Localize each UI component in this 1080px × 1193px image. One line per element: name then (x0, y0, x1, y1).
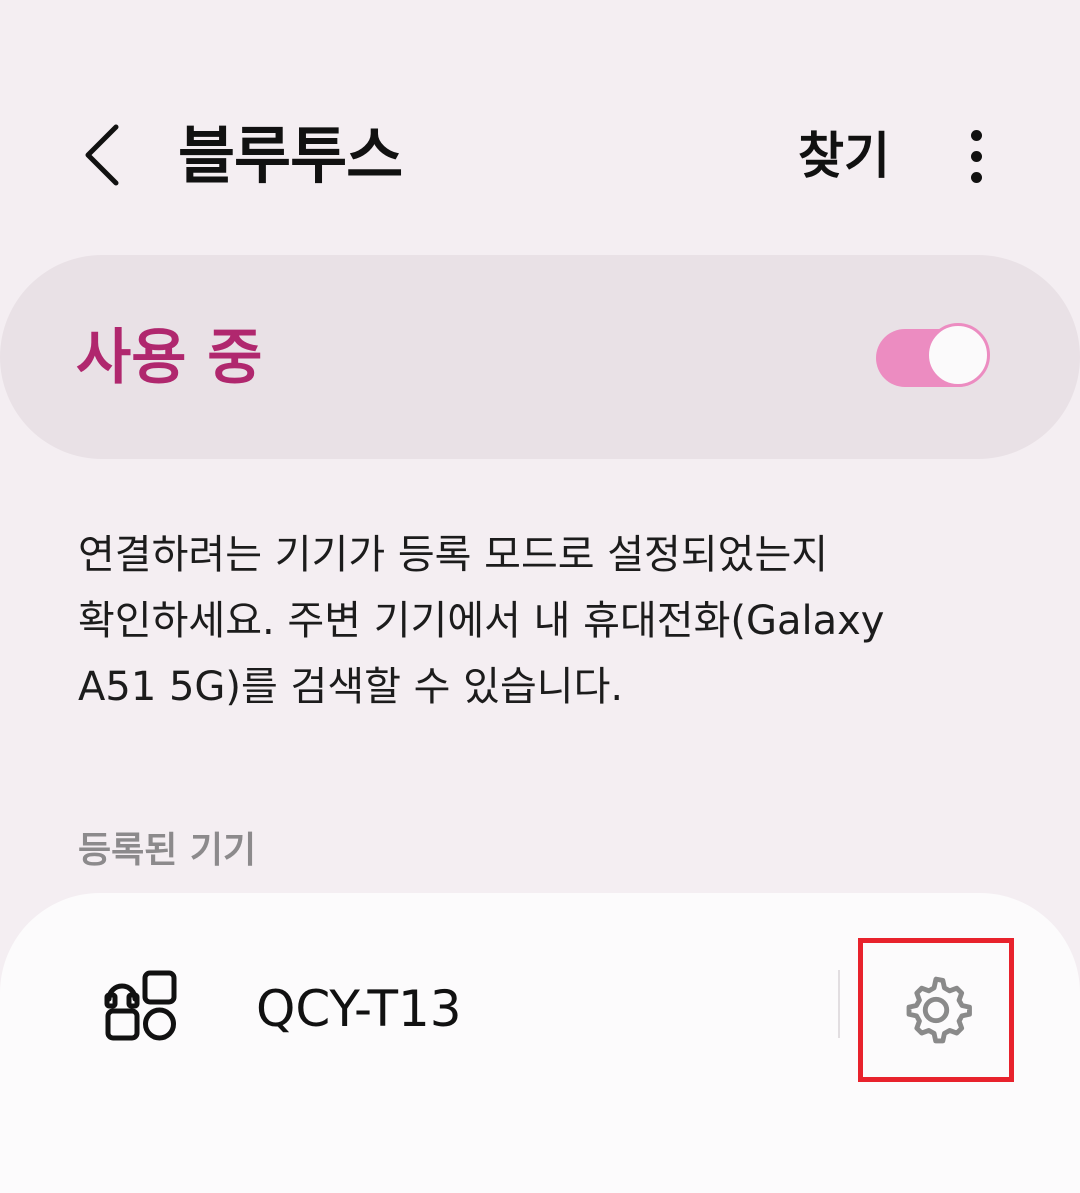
more-options-button[interactable] (946, 118, 1006, 194)
toggle-thumb (926, 323, 990, 387)
device-row-qcy-t13[interactable]: QCY-T13 (0, 940, 840, 1080)
description-line: A51 5G)를 검색할 수 있습니다. (78, 664, 624, 710)
gear-icon (906, 976, 972, 1044)
device-name: QCY-T13 (256, 980, 462, 1038)
back-button[interactable] (70, 115, 134, 195)
row-divider (838, 970, 840, 1038)
search-button[interactable]: 찾기 (798, 120, 890, 192)
description-text: 연결하려는 기기가 등록 모드로 설정되었는지 확인하세요. 주변 기기에서 내… (78, 522, 978, 720)
bluetooth-toggle[interactable] (876, 323, 994, 391)
chevron-left-icon (85, 124, 119, 186)
description-line: 확인하세요. 주변 기기에서 내 휴대전화(Galaxy (78, 598, 885, 644)
earbuds-icon (104, 970, 177, 1041)
master-switch-label: 사용 중 (76, 323, 263, 393)
paired-devices-header: 등록된 기기 (78, 830, 257, 871)
description-line: 연결하려는 기기가 등록 모드로 설정되었는지 (78, 532, 829, 578)
more-vertical-icon (970, 129, 982, 141)
device-settings-button[interactable] (858, 938, 1014, 1082)
page-title: 블루투스 (178, 119, 403, 192)
